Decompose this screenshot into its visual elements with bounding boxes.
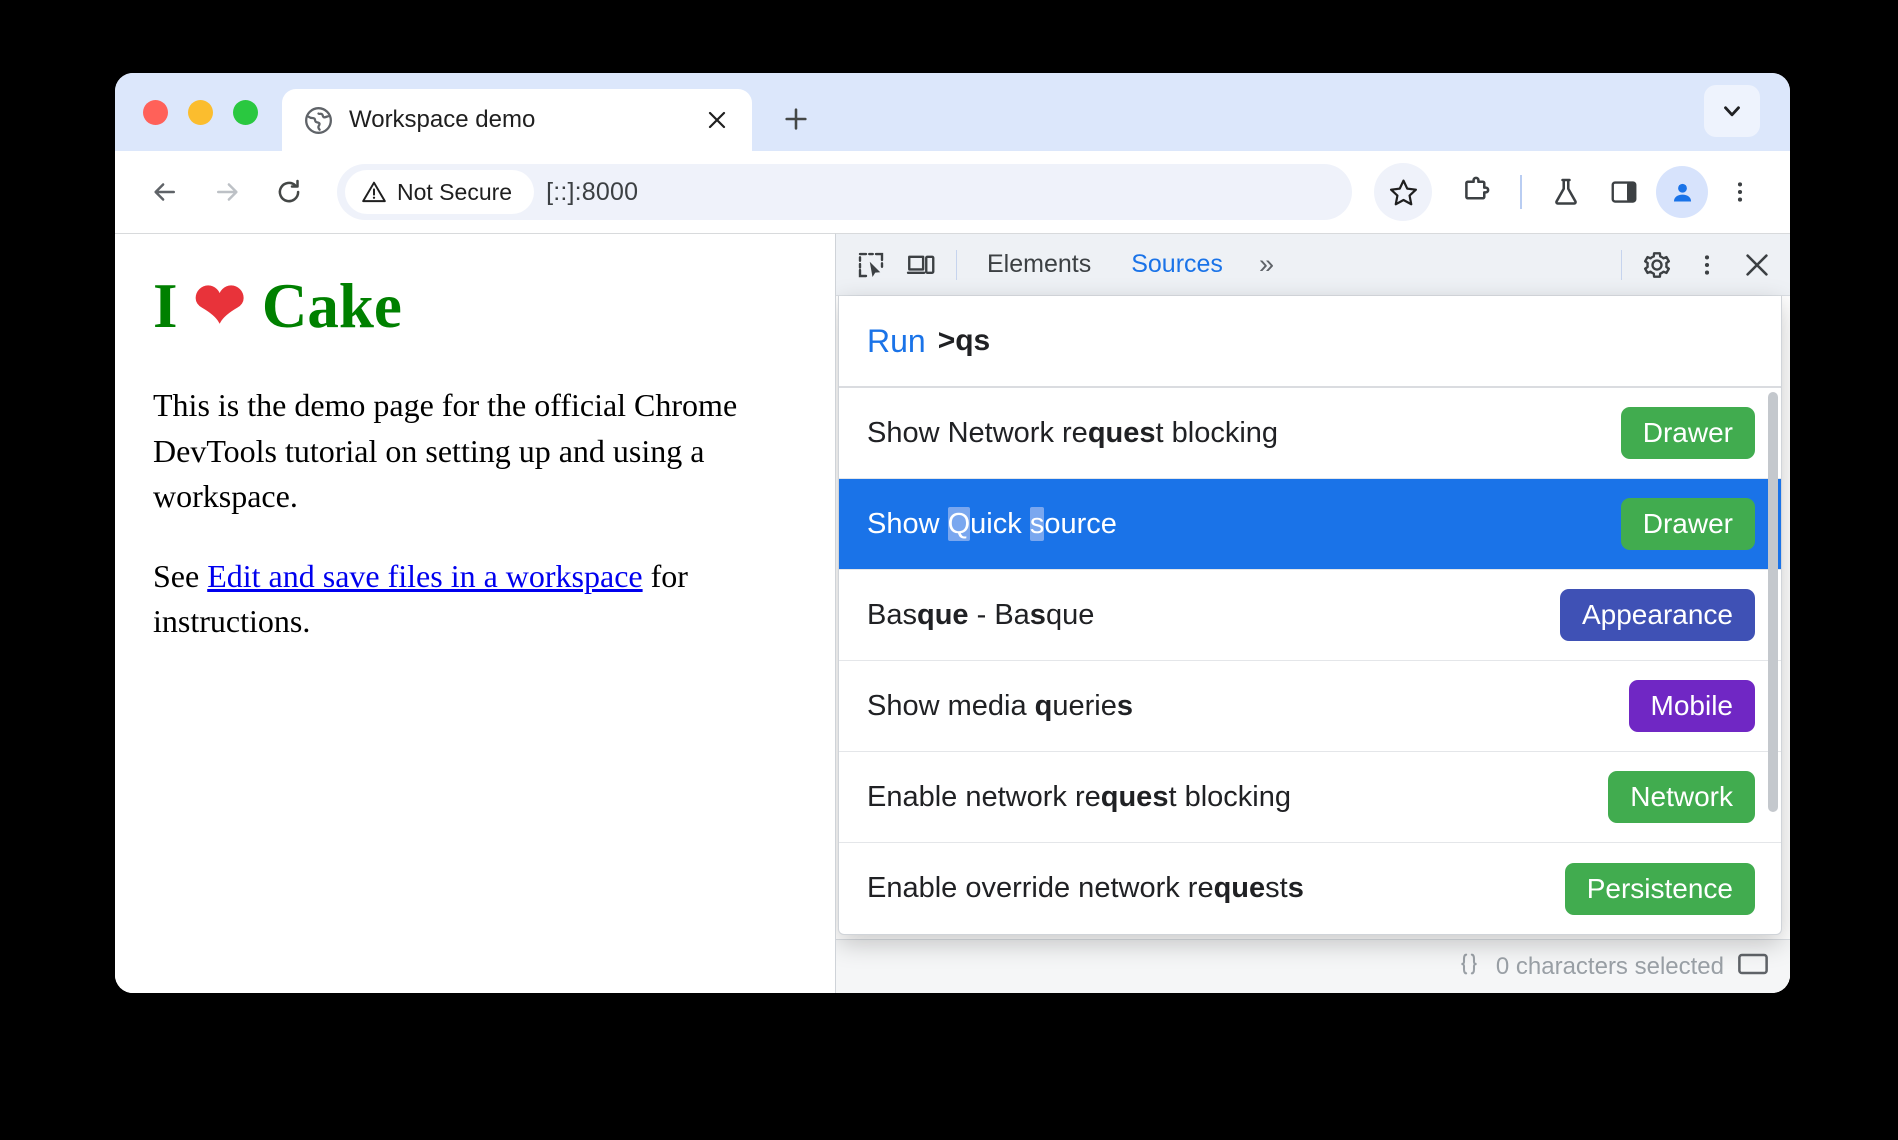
devtools-toolbar: Elements Sources » (836, 234, 1790, 296)
bookmark-button[interactable] (1374, 163, 1432, 221)
reload-button[interactable] (261, 164, 317, 220)
page-paragraph-intro: This is the demo page for the official C… (153, 387, 738, 515)
command-palette-item-label: Enable network request blocking (867, 780, 1291, 813)
content-area: I ❤ Cake This is the demo page for the o… (115, 233, 1790, 993)
arrow-left-icon (154, 183, 175, 201)
command-palette-item-badge: Drawer (1620, 498, 1755, 550)
experiments-button[interactable] (1540, 166, 1592, 218)
url-text[interactable]: [::]:8000 (546, 178, 638, 207)
devtools-toolbar-divider (956, 249, 957, 280)
tab-strip: Workspace demo (115, 73, 1790, 151)
command-palette-item-label: Show Network request blocking (867, 416, 1279, 449)
puzzle-icon (1465, 176, 1490, 200)
minimize-window-button[interactable] (188, 100, 213, 125)
command-palette-mode-label: Run (867, 322, 926, 359)
devtools-more-tabs-button[interactable]: » (1243, 249, 1290, 280)
tab-title: Workspace demo (349, 106, 536, 133)
devtools-panel: Elements Sources » 0 characters selected… (835, 233, 1790, 993)
page-title-prefix: I (153, 271, 194, 341)
three-dot-menu-icon (1737, 182, 1743, 202)
inspect-element-icon (858, 252, 884, 277)
site-security-chip[interactable]: Not Secure (345, 170, 535, 214)
zoom-window-button[interactable] (233, 100, 258, 125)
browser-menu-button[interactable] (1714, 166, 1766, 218)
command-palette-item-label: Enable override network requests (867, 872, 1304, 904)
browser-tab-workspace-demo[interactable]: Workspace demo (282, 89, 752, 151)
toolbar-divider (1520, 175, 1522, 209)
flask-icon (1555, 178, 1577, 205)
tab-search-button[interactable] (1704, 85, 1760, 137)
security-label: Not Secure (397, 178, 513, 205)
side-panel-icon (1611, 181, 1637, 203)
device-toolbar-icon (906, 255, 935, 274)
page-title: I ❤ Cake (153, 271, 795, 341)
devtools-tab-sources[interactable]: Sources (1111, 240, 1243, 290)
globe-icon (304, 106, 333, 135)
close-icon[interactable] (700, 103, 734, 137)
workspace-docs-link[interactable]: Edit and save files in a workspace (207, 558, 642, 594)
forward-button[interactable] (199, 164, 255, 220)
profile-button[interactable] (1656, 166, 1708, 218)
window-traffic-lights (115, 100, 282, 151)
status-bar-right (1738, 952, 1768, 981)
device-toolbar-button[interactable] (896, 240, 946, 290)
three-dot-menu-icon (1704, 254, 1710, 275)
gear-icon (1643, 251, 1671, 278)
command-palette-item[interactable]: Enable override network requests Persiste… (839, 843, 1781, 934)
avatar-icon (1673, 183, 1691, 201)
command-palette-item-badge: Network (1608, 771, 1755, 823)
command-palette-item[interactable]: Show media queries Mobile (839, 661, 1781, 752)
devtools-close-button[interactable] (1732, 240, 1782, 290)
close-icon (1746, 253, 1768, 276)
command-palette-item-badge: Persistence (1564, 862, 1755, 915)
selection-status-text: 0 characters selected (1495, 952, 1724, 980)
arrow-right-icon (217, 183, 238, 201)
palette-scrollbar-thumb[interactable] (1768, 392, 1778, 812)
reload-icon (278, 179, 300, 203)
devtools-settings-button[interactable] (1632, 240, 1682, 290)
command-palette-results: Show Network request blocking Drawer Show … (839, 388, 1781, 934)
command-palette-item[interactable]: Show Quick source Drawer (839, 479, 1781, 570)
command-palette-item[interactable]: Basque - Basque Appearance (839, 570, 1781, 661)
devtools-tab-elements[interactable]: Elements (967, 240, 1111, 290)
back-button[interactable] (137, 164, 193, 220)
address-bar[interactable]: Not Secure [::]:8000 (337, 164, 1352, 220)
command-palette-input-row[interactable]: Run >qs (839, 296, 1781, 388)
inspect-element-button[interactable] (846, 240, 896, 290)
browser-window: Workspace demo Not Secure [::]:8000 I ❤ … (115, 73, 1790, 993)
warning-triangle-icon (362, 181, 386, 203)
command-palette-item-label: Basque - Basque (867, 598, 1095, 631)
palette-scrollbar[interactable] (1768, 392, 1778, 928)
command-palette-item-badge: Mobile (1628, 680, 1755, 732)
heart-icon: ❤ (193, 271, 247, 341)
command-palette: Run >qs Show Network request blocking Dra… (838, 296, 1782, 935)
command-palette-item[interactable]: Show Network request blocking Drawer (839, 388, 1781, 479)
command-palette-item[interactable]: Enable network request blocking Network (839, 752, 1781, 843)
chevron-down-icon (1724, 106, 1740, 117)
extensions-button[interactable] (1450, 166, 1502, 218)
command-palette-item-badge: Appearance (1559, 589, 1755, 641)
devtools-status-bar: 0 characters selected (836, 939, 1790, 993)
devtools-more-options-button[interactable] (1682, 240, 1732, 290)
page-title-suffix: Cake (246, 271, 402, 341)
star-icon (1389, 179, 1417, 205)
devtools-toolbar-divider-right (1621, 249, 1622, 280)
command-palette-input[interactable]: >qs (938, 324, 991, 358)
new-tab-button[interactable] (770, 93, 822, 145)
close-window-button[interactable] (143, 100, 168, 125)
drawer-icon[interactable] (1738, 952, 1768, 981)
command-palette-item-badge: Drawer (1620, 407, 1755, 459)
paragraph-prefix: See (153, 557, 208, 594)
browser-toolbar: Not Secure [::]:8000 (115, 151, 1790, 233)
command-palette-item-label: Show Quick source (867, 506, 1117, 541)
command-palette-item-label: Show media queries (867, 689, 1134, 722)
side-panel-button[interactable] (1598, 166, 1650, 218)
page-paragraph-instructions: See Edit and save files in a workspace f… (153, 554, 795, 645)
format-braces-icon[interactable] (1456, 951, 1482, 982)
page-viewport: I ❤ Cake This is the demo page for the o… (115, 233, 835, 993)
